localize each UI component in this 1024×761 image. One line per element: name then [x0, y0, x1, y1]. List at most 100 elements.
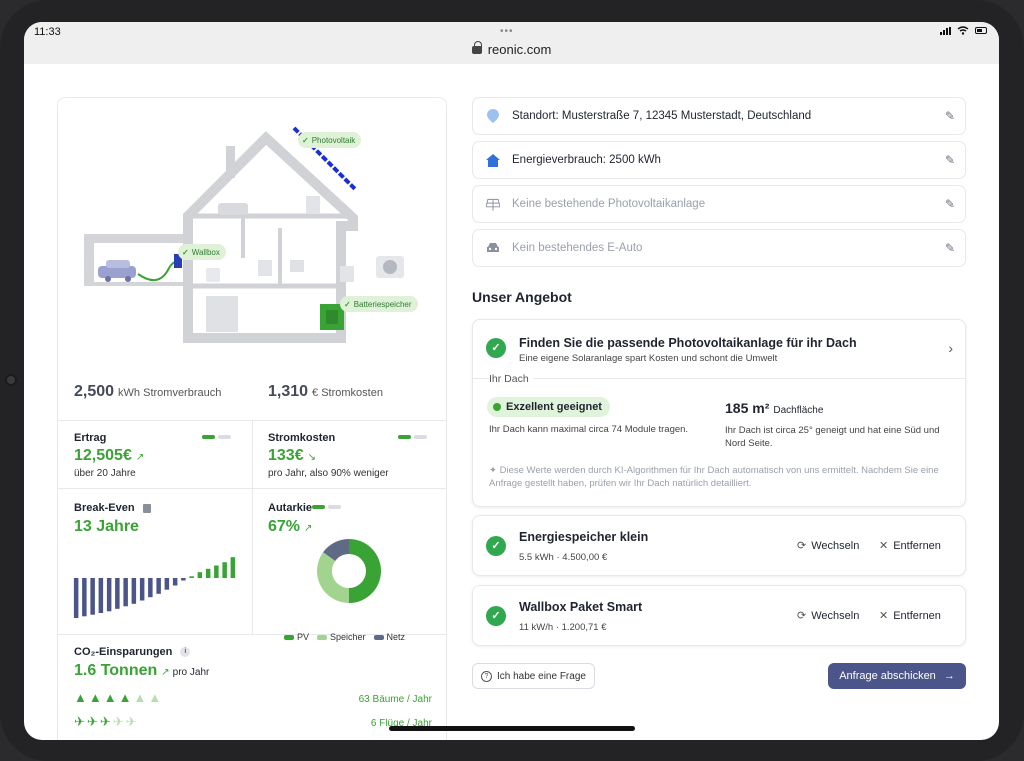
location-field[interactable]: Standort: Musterstraße 7, 12345 Musterst… — [472, 97, 966, 135]
existing-pv-field[interactable]: Keine bestehende Photovoltaikanlage ✎ — [472, 185, 966, 223]
tree-icon: ▲ — [133, 690, 147, 705]
wifi-icon — [957, 26, 969, 35]
storage-offer-card[interactable]: ✓ Energiespeicher klein 5.5 kWh · 4.500,… — [472, 515, 966, 576]
switch-button[interactable]: ⟳ Wechseln — [797, 609, 859, 623]
ertrag-toggle[interactable] — [202, 435, 231, 439]
pv-card-title: Finden Sie die passende Photovoltaikanla… — [519, 336, 857, 350]
info-icon[interactable]: i — [180, 647, 191, 658]
breakeven-bar — [90, 578, 95, 615]
status-icons — [940, 26, 987, 35]
plane-icon: ✈ — [125, 714, 137, 729]
location-pin-icon — [486, 109, 500, 123]
breakeven-bar — [123, 578, 128, 607]
breakeven-bar — [98, 578, 104, 613]
submit-request-button[interactable]: Anfrage abschicken → — [828, 663, 966, 689]
roof-area-text: Ihr Dach ist circa 25° geneigt und hat e… — [725, 425, 940, 449]
tag-photovoltaik: ✓ Photovoltaik — [298, 132, 362, 148]
legend-netz: Netz — [373, 632, 405, 642]
breakeven-bar — [73, 578, 79, 618]
close-icon: ✕ — [879, 540, 889, 552]
edit-pencil-icon[interactable]: ✎ — [945, 197, 955, 211]
plane-icon: ✈ — [74, 714, 85, 729]
remove-button[interactable]: ✕ Entfernen — [879, 539, 941, 553]
autarkie-value: 67% ↗ — [268, 518, 313, 535]
chevron-right-icon[interactable]: › — [948, 340, 953, 356]
question-button[interactable]: ? Ich habe eine Frage — [472, 663, 595, 689]
check-circle-icon: ✓ — [486, 606, 506, 626]
multitask-dots[interactable]: ••• — [500, 26, 514, 37]
arrow-right-icon: → — [943, 670, 955, 682]
pv-card-subtitle: Eine eigene Solaranlage spart Kosten und… — [519, 353, 778, 364]
edit-pencil-icon[interactable]: ✎ — [945, 109, 955, 123]
autarkie-title: Autarkie — [268, 502, 313, 514]
trend-up-icon: ↗ — [304, 523, 313, 534]
breakeven-bar — [222, 562, 227, 578]
tag-wallbox: ✓ Wallbox — [178, 244, 226, 260]
breakeven-bar — [156, 578, 161, 594]
results-panel: ✓ Photovoltaik ✓ Wallbox ✓ Batteriespeicher… — [57, 97, 447, 740]
divider — [473, 378, 965, 379]
wallbox-sub: 11 kW/h · 1.200,71 € — [519, 622, 607, 633]
remove-button[interactable]: ✕ Entfernen — [879, 609, 941, 623]
breakeven-bar — [214, 565, 219, 578]
trend-down-icon: ↘ — [307, 452, 316, 463]
breakeven-bar — [197, 572, 203, 578]
edit-pencil-icon[interactable]: ✎ — [945, 241, 955, 255]
ertrag-title: Ertrag — [74, 432, 107, 444]
donut-slice-speicher — [317, 552, 349, 603]
tree-icon: ▲ — [118, 690, 132, 705]
ai-note: ✦ Diese Werte werden durch KI-Algorithme… — [489, 465, 939, 489]
ertrag-sub: über 20 Jahre — [74, 468, 136, 479]
refresh-icon: ⟳ — [797, 540, 807, 552]
pv-offer-card[interactable]: ✓ Finden Sie die passende Photovoltaikan… — [472, 319, 966, 507]
consumption-field[interactable]: Energieverbrauch: 2500 kWh ✎ — [472, 141, 966, 179]
car-icon — [486, 241, 500, 255]
screen: 11:33 ••• reonic.com ✓ Photovoltaik ✓ Wa… — [24, 22, 999, 740]
trend-up-icon: ↗ — [135, 452, 145, 463]
offer-title: Unser Angebot — [472, 289, 572, 305]
donut-slice-pv — [349, 539, 381, 603]
summary-cost: 1,310 € Stromkosten — [268, 383, 383, 400]
edit-pencil-icon[interactable]: ✎ — [945, 153, 955, 167]
roof-label: Ihr Dach — [489, 373, 533, 385]
legend-speicher: Speicher — [317, 632, 366, 642]
breakeven-value: 13 Jahre — [74, 518, 139, 535]
breakeven-title: Break-Even — [74, 502, 151, 514]
tree-icon: ▲ — [148, 690, 162, 705]
address-bar[interactable]: reonic.com — [24, 41, 999, 57]
breakeven-bar — [205, 568, 211, 578]
wallbox-offer-card[interactable]: ✓ Wallbox Paket Smart 11 kW/h · 1.200,71… — [472, 585, 966, 646]
divider — [252, 420, 253, 634]
co2-value: 1.6 Tonnen ↗ pro Jahr — [74, 662, 210, 679]
wallbox-title: Wallbox Paket Smart — [519, 600, 643, 614]
status-time: 11:33 — [34, 26, 61, 38]
sparkle-icon: ✦ — [489, 465, 500, 476]
plane-icon: ✈ — [86, 714, 98, 729]
existing-ev-field[interactable]: Kein bestehendes E-Auto ✎ — [472, 229, 966, 267]
existing-pv-text: Keine bestehende Photovoltaikanlage — [512, 198, 706, 210]
trend-up-icon: ↗ — [161, 667, 170, 678]
home-indicator[interactable] — [389, 726, 635, 731]
url-text: reonic.com — [487, 42, 552, 57]
breakeven-chart — [73, 557, 236, 618]
tree-icons: ▲ ▲ ▲ ▲ ▲ ▲ — [74, 690, 161, 705]
existing-ev-text: Kein bestehendes E-Auto — [512, 242, 643, 254]
breakeven-bar — [148, 578, 153, 598]
switch-button[interactable]: ⟳ Wechseln — [797, 539, 859, 553]
stromkosten-toggle[interactable] — [398, 435, 427, 439]
breakeven-bar — [189, 576, 194, 578]
question-icon: ? — [481, 670, 492, 682]
plane-icons: ✈ ✈ ✈ ✈ ✈ — [74, 714, 137, 730]
suitability-badge: Exzellent geeignet — [487, 397, 610, 417]
camera-dot — [5, 374, 17, 386]
plane-icon: ✈ — [99, 714, 111, 729]
autarkie-legend: PV Speicher Netz — [284, 632, 405, 642]
lock-icon — [471, 41, 482, 54]
solar-panel-icon — [486, 197, 500, 211]
breakeven-bar — [230, 557, 236, 578]
autarkie-toggle[interactable] — [312, 505, 341, 509]
calculator-icon[interactable] — [142, 503, 151, 513]
breakeven-bar — [131, 578, 137, 604]
signal-icon — [940, 26, 951, 35]
ertrag-value: 12,505€ ↗ — [74, 447, 145, 464]
